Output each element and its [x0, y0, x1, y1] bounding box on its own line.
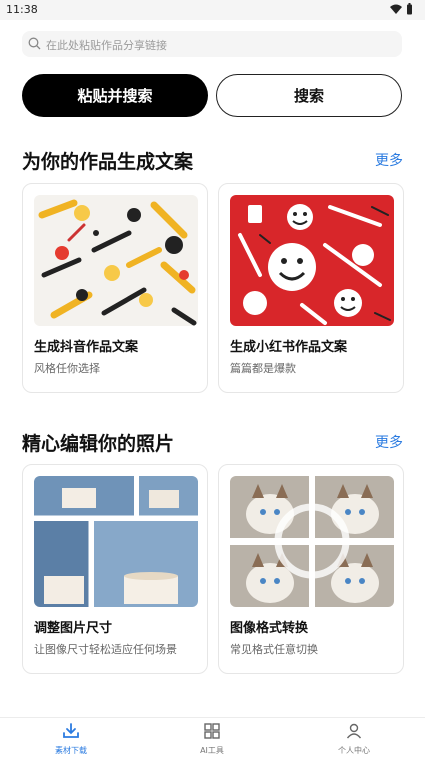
paste-and-search-button[interactable]: 粘贴并搜索	[22, 74, 208, 117]
card-format-convert[interactable]: 图像格式转换 常见格式任意切换	[218, 464, 404, 674]
card-title: 图像格式转换	[230, 621, 309, 636]
card-resize-image[interactable]: 调整图片尺寸 让图像尺寸轻松适应任何场景	[22, 464, 208, 674]
tab-label: 素材下载	[55, 746, 87, 755]
more-link-copywriting[interactable]: 更多	[375, 150, 403, 170]
card-subtitle: 风格任你选择	[34, 362, 100, 375]
card-douyin-copy[interactable]: 生成抖音作品文案 风格任你选择	[22, 183, 208, 393]
battery-icon	[407, 3, 412, 15]
tab-personal-center[interactable]: 个人中心	[314, 722, 394, 756]
more-link-photo-edit[interactable]: 更多	[375, 432, 403, 452]
thumb-resize-image	[34, 476, 198, 607]
tab-label: 个人中心	[338, 746, 370, 755]
card-title: 生成抖音作品文案	[34, 340, 139, 355]
card-xiaohongshu-copy[interactable]: 生成小红书作品文案 篇篇都是爆款	[218, 183, 404, 393]
section-title-copywriting: 为你的作品生成文案	[22, 151, 194, 173]
tab-label: AI工具	[200, 746, 224, 755]
thumb-format-convert-image	[230, 476, 394, 607]
search-placeholder: 在此处粘贴作品分享链接	[46, 39, 167, 52]
search-icon	[28, 37, 41, 50]
search-button[interactable]: 搜索	[216, 74, 402, 117]
card-subtitle: 常见格式任意切换	[230, 643, 318, 656]
bottom-tab-bar: 素材下载 AI工具 个人中心	[0, 717, 425, 757]
thumb-xiaohongshu-image	[230, 195, 394, 326]
thumb-douyin-image	[34, 195, 198, 326]
section-title-photo-edit: 精心编辑你的照片	[22, 433, 175, 455]
tab-material-download[interactable]: 素材下载	[31, 722, 111, 756]
person-icon	[346, 723, 362, 739]
card-subtitle: 让图像尺寸轻松适应任何场景	[34, 643, 177, 656]
card-subtitle: 篇篇都是爆款	[230, 362, 296, 375]
status-bar: 11:38	[0, 0, 425, 20]
grid-icon	[204, 723, 220, 739]
wifi-icon	[390, 4, 402, 14]
status-icons	[390, 3, 413, 15]
search-input[interactable]: 在此处粘贴作品分享链接	[22, 31, 402, 57]
download-icon	[63, 723, 79, 738]
card-title: 调整图片尺寸	[34, 621, 113, 636]
tab-ai-tools[interactable]: AI工具	[172, 722, 252, 756]
status-time: 11:38	[6, 3, 38, 16]
card-title: 生成小红书作品文案	[230, 340, 348, 355]
